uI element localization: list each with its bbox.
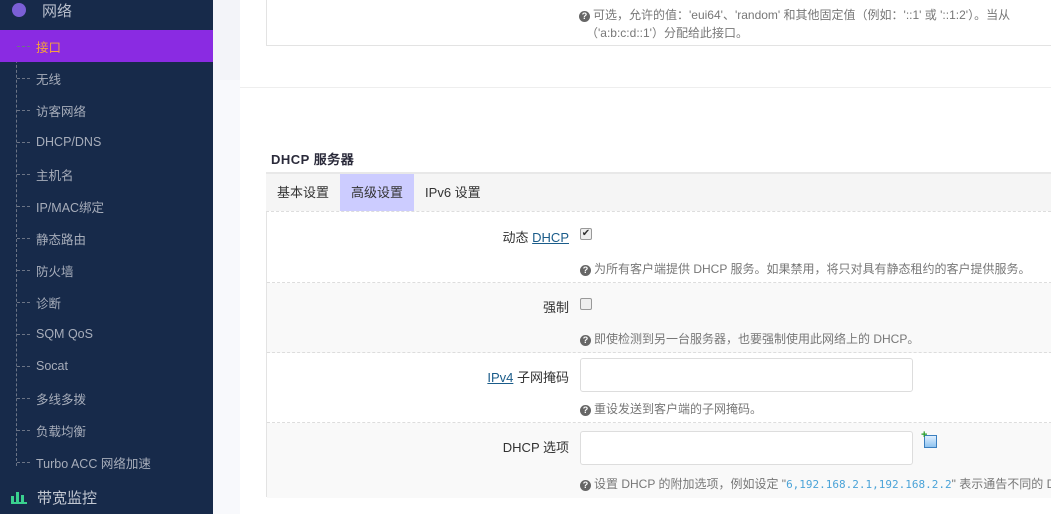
sidebar-item[interactable]: 负载均衡: [0, 414, 213, 446]
sidebar-item[interactable]: 防火墙: [0, 254, 213, 286]
globe-icon: [12, 3, 26, 17]
add-entry-icon[interactable]: [921, 429, 937, 448]
field-label: IPv4 子网掩码: [487, 370, 569, 385]
field-label: 动态 DHCP: [502, 230, 569, 245]
row-dynamic-dhcp: 动态 DHCP ✔ ? 为所有客户端提供 DHCP 服务。如果禁用，将只对具有静态…: [267, 212, 1051, 283]
background: [213, 80, 240, 514]
sidebar-item-label: IP/MAC绑定: [36, 200, 105, 215]
help-icon: ?: [579, 11, 590, 22]
sidebar-item[interactable]: DHCP/DNS: [0, 126, 213, 158]
field-hint: ? 重设发送到客户端的子网掩码。: [580, 400, 1051, 417]
dhcp-options-input[interactable]: [580, 431, 913, 465]
sidebar-item[interactable]: Turbo ACC 网络加速: [0, 446, 213, 478]
sidebar-item-label: 负载均衡: [36, 424, 87, 439]
help-icon: ?: [580, 480, 591, 491]
sidebar-item[interactable]: 无线: [0, 62, 213, 94]
sidebar-category-network[interactable]: 网络: [0, 0, 72, 26]
ipv6-suffix-hint: ? 可选，允许的值：'eui64'、'random' 和其他固定值（例如：'::1…: [579, 6, 1010, 23]
help-icon: ?: [580, 335, 591, 346]
section-title: DHCP 服务器: [271, 152, 355, 167]
sidebar-item-label: 防火墙: [36, 264, 74, 279]
interface-settings-panel: ? 可选，允许的值：'eui64'、'random' 和其他固定值（例如：'::1…: [266, 0, 1051, 46]
sidebar-item-label: Socat: [36, 359, 68, 373]
help-icon: ?: [580, 265, 591, 276]
sidebar-item[interactable]: 静态路由: [0, 222, 213, 254]
field-hint: ? 即使检测到另一台服务器，也要强制使用此网络上的 DHCP。: [580, 330, 1051, 347]
sidebar-item[interactable]: Socat: [0, 350, 213, 382]
dhcp-advanced-panel: 动态 DHCP ✔ ? 为所有客户端提供 DHCP 服务。如果禁用，将只对具有静态…: [266, 211, 1051, 498]
sidebar-item[interactable]: 多线多拨: [0, 382, 213, 414]
sidebar-item-label: 接口: [36, 40, 62, 55]
row-ipv4-netmask: IPv4 子网掩码 ? 重设发送到客户端的子网掩码。: [267, 353, 1051, 423]
field-hint: ? 为所有客户端提供 DHCP 服务。如果禁用，将只对具有静态租约的客户提供服务。: [580, 260, 1051, 277]
sidebar-item[interactable]: 访客网络: [0, 94, 213, 126]
sidebar-item-label: 静态路由: [36, 232, 87, 247]
force-checkbox[interactable]: [580, 298, 592, 310]
row-dhcp-options: DHCP 选项 ?设置 DHCP 的附加选项，例如设定 "6,192.168.2…: [267, 423, 1051, 498]
dynamic-dhcp-checkbox[interactable]: ✔: [580, 228, 592, 240]
help-icon: ?: [580, 405, 591, 416]
ipv6-suffix-hint-line2: （'a:b:c:d::1'）分配给此接口。: [586, 26, 748, 40]
sidebar-item[interactable]: 诊断: [0, 286, 213, 318]
sidebar-item[interactable]: SQM QoS: [0, 318, 213, 350]
divider: [240, 87, 1051, 88]
sidebar-item-label: 多线多拨: [36, 392, 87, 407]
sidebar-item[interactable]: 接口: [0, 30, 213, 62]
sidebar-item-label: 诊断: [36, 296, 62, 311]
row-force: 强制 ? 即使检测到另一台服务器，也要强制使用此网络上的 DHCP。: [267, 283, 1051, 353]
ipv4-netmask-input[interactable]: [580, 358, 913, 392]
background: [213, 0, 240, 80]
sidebar-item-label: SQM QoS: [36, 327, 93, 341]
tab-basic-settings[interactable]: 基本设置: [266, 174, 340, 211]
sidebar-item[interactable]: IP/MAC绑定: [0, 190, 213, 222]
tab-ipv6-settings[interactable]: IPv6 设置: [414, 174, 492, 211]
field-label: 强制: [542, 300, 569, 315]
sidebar-item-label: 无线: [36, 72, 62, 87]
field-hint: ? 设置 DHCP 的附加选项，例如设定 "6,192.168.2.1,192.1…: [580, 475, 1051, 492]
sidebar-category-bandwidth[interactable]: 带宽监控: [0, 482, 97, 512]
tab-bar: 基本设置 高级设置 IPv6 设置: [266, 172, 1051, 211]
dhcp-abbr-link[interactable]: DHCP: [532, 230, 569, 245]
sidebar-item-label: 访客网络: [36, 104, 87, 119]
sidebar: 网络 接口无线访客网络 DHCP/DNS 主机名 IP/MAC绑定 静态路由防火墙诊断 S…: [0, 0, 213, 514]
sidebar-item[interactable]: 主机名: [0, 158, 213, 190]
sidebar-item-label: 主机名: [36, 168, 74, 183]
tab-advanced-settings[interactable]: 高级设置: [340, 174, 415, 211]
field-label: DHCP 选项: [502, 440, 569, 455]
bar-chart-icon: [11, 490, 27, 504]
ipv4-abbr-link[interactable]: IPv4: [487, 370, 513, 385]
sidebar-item-label: Turbo ACC 网络加速: [36, 456, 151, 471]
sidebar-item-label: DHCP/DNS: [36, 135, 102, 149]
